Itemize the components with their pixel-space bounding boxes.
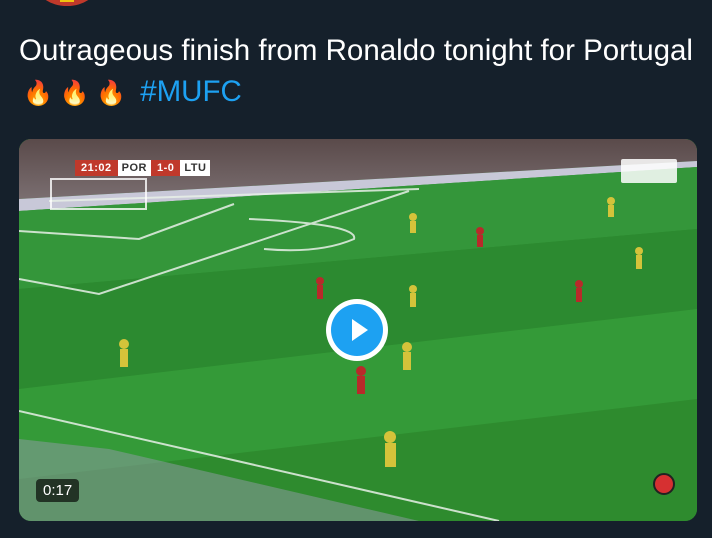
- home-team: POR: [117, 160, 151, 176]
- fire-emoji: 🔥 🔥 🔥: [23, 80, 126, 107]
- match-score: 1-0: [150, 160, 181, 176]
- scorebug: 21:02 POR 1-0 LTU: [75, 160, 211, 176]
- video-player[interactable]: 21:02 POR 1-0 LTU 0:17: [19, 139, 697, 521]
- broadcaster-logo: [621, 159, 677, 183]
- hashtag-link[interactable]: #MUFC: [140, 75, 242, 108]
- video-duration: 0:17: [36, 479, 80, 502]
- play-icon: [351, 319, 368, 341]
- play-button[interactable]: [326, 299, 388, 361]
- tweet-body: Outrageous finish from Ronaldo tonight f…: [19, 34, 693, 67]
- away-team: LTU: [180, 160, 211, 176]
- match-clock: 21:02: [75, 160, 118, 176]
- play-icon-circle: [331, 304, 383, 356]
- broadcast-icon: [653, 473, 675, 495]
- avatar[interactable]: [36, 0, 98, 6]
- tweet-text: Outrageous finish from Ronaldo tonight f…: [19, 30, 699, 114]
- avatar-logo: [60, 0, 74, 2]
